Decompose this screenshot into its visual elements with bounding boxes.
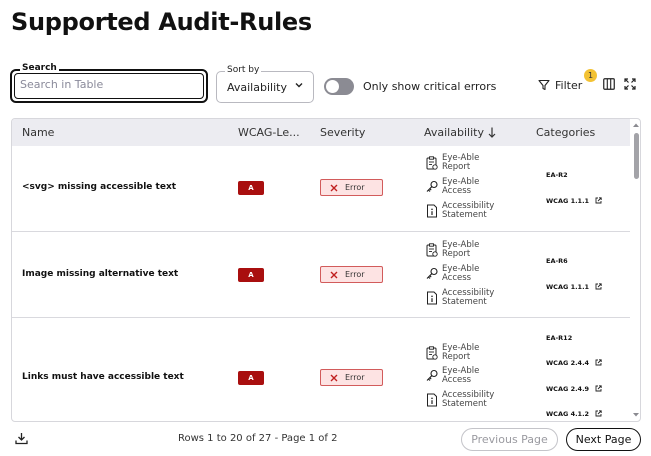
severity-badge: Error	[320, 369, 383, 386]
external-link-icon	[595, 410, 602, 417]
rule-name: <svg> missing accessible text	[22, 182, 177, 192]
table-row[interactable]: Image missing alternative text A Error E…	[12, 232, 630, 318]
wcag-level-badge: A	[238, 371, 264, 385]
availability-label: Accessibility Statement	[442, 201, 495, 220]
rule-name: Links must have accessible text	[22, 372, 184, 382]
wcag-level-badge: A	[238, 181, 264, 195]
table-row[interactable]: <svg> missing accessible text A Error Ey…	[12, 146, 630, 232]
document-info-icon	[427, 291, 437, 305]
document-info-icon	[427, 393, 437, 407]
table-scrollbar[interactable]	[631, 119, 640, 421]
external-link-icon	[595, 359, 602, 366]
pagination-status: Rows 1 to 20 of 27 - Page 1 of 2	[178, 433, 338, 444]
sort-descending-arrow-icon	[488, 127, 496, 138]
severity-label: Error	[345, 183, 365, 192]
key-icon	[426, 369, 438, 381]
severity-badge: Error	[320, 179, 383, 196]
severity-badge: Error	[320, 266, 383, 283]
next-page-button[interactable]: Next Page	[566, 428, 641, 451]
document-info-icon	[427, 204, 437, 218]
page-title: Supported Audit-Rules	[11, 8, 312, 36]
category-wcag-link[interactable]: WCAG 1.1.1	[546, 283, 602, 291]
availability-label: Eye-Able Access	[442, 177, 480, 196]
category-wcag-label: WCAG 1.1.1	[546, 197, 590, 205]
availability-label: Eye-Able Report	[442, 153, 480, 172]
availability-label: Eye-Able Access	[442, 264, 480, 283]
availability-label: Eye-Able Report	[442, 240, 480, 259]
close-icon	[330, 184, 338, 192]
report-icon	[426, 156, 438, 170]
filter-count-badge: 1	[584, 69, 597, 82]
table-header: Name WCAG-Le... Severity Availability Ca…	[12, 119, 630, 146]
key-icon	[426, 180, 438, 192]
availability-label: Eye-Able Access	[442, 366, 480, 385]
search-label: Search	[20, 63, 59, 73]
key-icon	[426, 267, 438, 279]
external-link-icon	[595, 385, 602, 392]
category-wcag-link[interactable]: WCAG 4.1.2	[546, 410, 602, 418]
previous-page-button[interactable]: Previous Page	[461, 428, 558, 451]
category-wcag-label: WCAG 1.1.1	[546, 283, 590, 291]
table-row[interactable]: Links must have accessible text A Error …	[12, 318, 630, 421]
availability-label: Accessibility Statement	[442, 288, 495, 307]
category-wcag-label: WCAG 2.4.4	[546, 359, 590, 367]
external-link-icon	[595, 197, 602, 204]
column-header-name[interactable]: Name	[22, 126, 54, 139]
wcag-level-badge: A	[238, 268, 264, 282]
category-wcag-label: WCAG 4.1.2	[546, 410, 590, 418]
close-icon	[330, 271, 338, 279]
scroll-up-arrow-icon[interactable]	[632, 122, 640, 128]
download-icon[interactable]	[15, 432, 28, 445]
category-rule-id: EA-R12	[546, 334, 573, 342]
audit-rules-table: Name WCAG-Le... Severity Availability Ca…	[11, 118, 641, 422]
filter-label: Filter	[555, 78, 583, 92]
critical-errors-toggle-label: Only show critical errors	[363, 80, 497, 93]
category-wcag-link[interactable]: WCAG 2.4.9	[546, 385, 602, 393]
fullscreen-icon[interactable]	[624, 78, 636, 90]
category-rule-id: EA-R2	[546, 171, 568, 179]
column-header-availability-label: Availability	[424, 126, 484, 139]
category-wcag-label: WCAG 2.4.9	[546, 385, 590, 393]
category-wcag-link[interactable]: WCAG 1.1.1	[546, 197, 602, 205]
sort-value: Availability	[227, 81, 287, 94]
column-header-availability[interactable]: Availability	[424, 126, 496, 139]
search-field[interactable]: Search	[10, 63, 208, 103]
report-icon	[426, 243, 438, 257]
column-header-wcag-level[interactable]: WCAG-Le...	[238, 126, 300, 139]
scrollbar-thumb[interactable]	[634, 133, 639, 179]
availability-label: Accessibility Statement	[442, 390, 495, 409]
category-wcag-link[interactable]: WCAG 2.4.4	[546, 359, 602, 367]
severity-label: Error	[345, 373, 365, 382]
critical-errors-toggle[interactable]	[324, 78, 354, 95]
close-icon	[330, 374, 338, 382]
rule-name: Image missing alternative text	[22, 269, 179, 279]
availability-label: Eye-Able Report	[442, 343, 480, 362]
external-link-icon	[595, 283, 602, 290]
column-header-categories[interactable]: Categories	[536, 126, 595, 139]
search-input[interactable]	[20, 78, 190, 91]
toggle-knob	[326, 80, 339, 93]
sort-select[interactable]: Sort by Availability	[216, 65, 314, 103]
severity-label: Error	[345, 270, 365, 279]
sort-label: Sort by	[225, 65, 262, 75]
chevron-down-icon	[295, 83, 303, 88]
report-icon	[426, 346, 438, 360]
category-rule-id: EA-R6	[546, 257, 568, 265]
filter-icon	[538, 79, 550, 91]
column-header-severity[interactable]: Severity	[320, 126, 365, 139]
filter-button[interactable]: Filter	[538, 76, 582, 94]
columns-icon[interactable]	[603, 78, 615, 90]
scroll-down-arrow-icon[interactable]	[632, 412, 640, 418]
